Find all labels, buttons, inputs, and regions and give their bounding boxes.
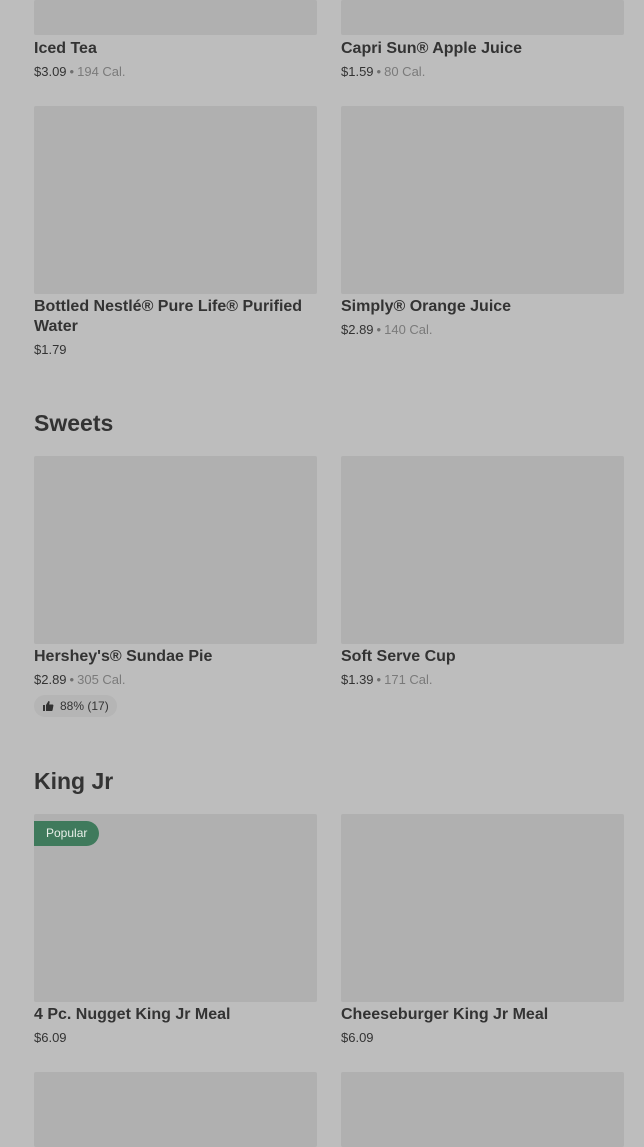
item-price-calories: $1.39 • 171 Cal. <box>341 672 433 688</box>
item-image <box>34 456 317 644</box>
menu-item-card-cheeseburger-king-jr-meal[interactable]: Cheeseburger King Jr Meal $6.09 <box>341 814 624 1049</box>
item-price-value: $6.09 <box>34 1030 67 1045</box>
item-price-calories: $2.89 • 305 Cal. <box>34 672 126 688</box>
separator-dot: • <box>376 322 382 337</box>
menu-item-card-capri-sun[interactable]: Capri Sun® Apple Juice $1.59 • 80 Cal. <box>341 0 624 82</box>
menu-item-card-orange-juice[interactable]: Simply® Orange Juice $2.89 • 140 Cal. <box>341 106 624 341</box>
menu-item-card-sundae-pie[interactable]: Hershey's® Sundae Pie $2.89 • 305 Cal. <box>34 456 317 718</box>
item-price: $3.09 <box>34 64 67 79</box>
item-price: $1.39 <box>341 672 374 687</box>
menu-item-card-next-right[interactable] <box>341 1072 624 1147</box>
item-name: Cheeseburger King Jr Meal <box>341 1006 549 1023</box>
item-image <box>341 1072 624 1147</box>
menu-item-card-nugget-king-jr-meal[interactable]: 4 Pc. Nugget King Jr Meal $6.09 <box>34 814 317 1049</box>
item-calories: 305 Cal. <box>77 672 126 687</box>
item-name: Soft Serve Cup <box>341 648 456 665</box>
thumbs-up-icon <box>42 700 54 712</box>
item-name: Hershey's® Sundae Pie <box>34 648 213 665</box>
section-title-king-jr: King Jr <box>34 768 114 794</box>
rating-text: 88% (17) <box>60 699 109 713</box>
item-image <box>34 1072 317 1147</box>
item-name: Iced Tea <box>34 40 97 57</box>
separator-dot: • <box>376 64 382 79</box>
item-price-calories: $3.09 • 194 Cal. <box>34 64 126 80</box>
menu-item-card-soft-serve-cup[interactable]: Soft Serve Cup $1.39 • 171 Cal. <box>341 456 624 691</box>
item-calories: 171 Cal. <box>384 672 433 687</box>
item-price-value: $1.79 <box>34 342 67 357</box>
item-image <box>34 106 317 294</box>
item-calories: 194 Cal. <box>77 64 126 79</box>
separator-dot: • <box>69 672 75 687</box>
item-image <box>341 456 624 644</box>
item-name: Bottled Nestlé® Pure Life® Purified Wate… <box>34 298 303 335</box>
menu-item-card-bottled-water[interactable]: Bottled Nestlé® Pure Life® Purified Wate… <box>34 106 317 361</box>
section-title-sweets: Sweets <box>34 410 114 436</box>
item-image <box>341 106 624 294</box>
popular-badge: Popular <box>34 821 100 846</box>
item-name: 4 Pc. Nugget King Jr Meal <box>34 1006 231 1023</box>
item-price: $2.89 <box>34 672 67 687</box>
item-price-value: $6.09 <box>341 1030 374 1045</box>
item-image <box>34 0 317 35</box>
item-image <box>341 0 624 35</box>
item-name: Simply® Orange Juice <box>341 298 512 315</box>
item-calories: 140 Cal. <box>384 322 433 337</box>
item-price-calories: $1.59 • 80 Cal. <box>341 64 425 80</box>
rating-pill: 88% (17) <box>34 695 117 717</box>
item-calories: 80 Cal. <box>384 64 426 79</box>
item-price: $1.59 <box>341 64 374 79</box>
item-price: $6.09 <box>34 1030 67 1046</box>
menu-page: Iced Tea $3.09 • 194 Cal. Capri Sun® Apple… <box>0 0 644 1147</box>
item-price-calories: $2.89 • 140 Cal. <box>341 322 433 338</box>
item-price: $1.79 <box>34 342 67 358</box>
separator-dot: • <box>69 64 75 79</box>
item-name: Capri Sun® Apple Juice <box>341 40 523 57</box>
item-image <box>341 814 624 1002</box>
menu-item-card-iced-tea[interactable]: Iced Tea $3.09 • 194 Cal. <box>34 0 317 82</box>
menu-item-card-next-left[interactable] <box>34 1072 317 1147</box>
item-price: $6.09 <box>341 1030 374 1046</box>
separator-dot: • <box>376 672 382 687</box>
item-price: $2.89 <box>341 322 374 337</box>
